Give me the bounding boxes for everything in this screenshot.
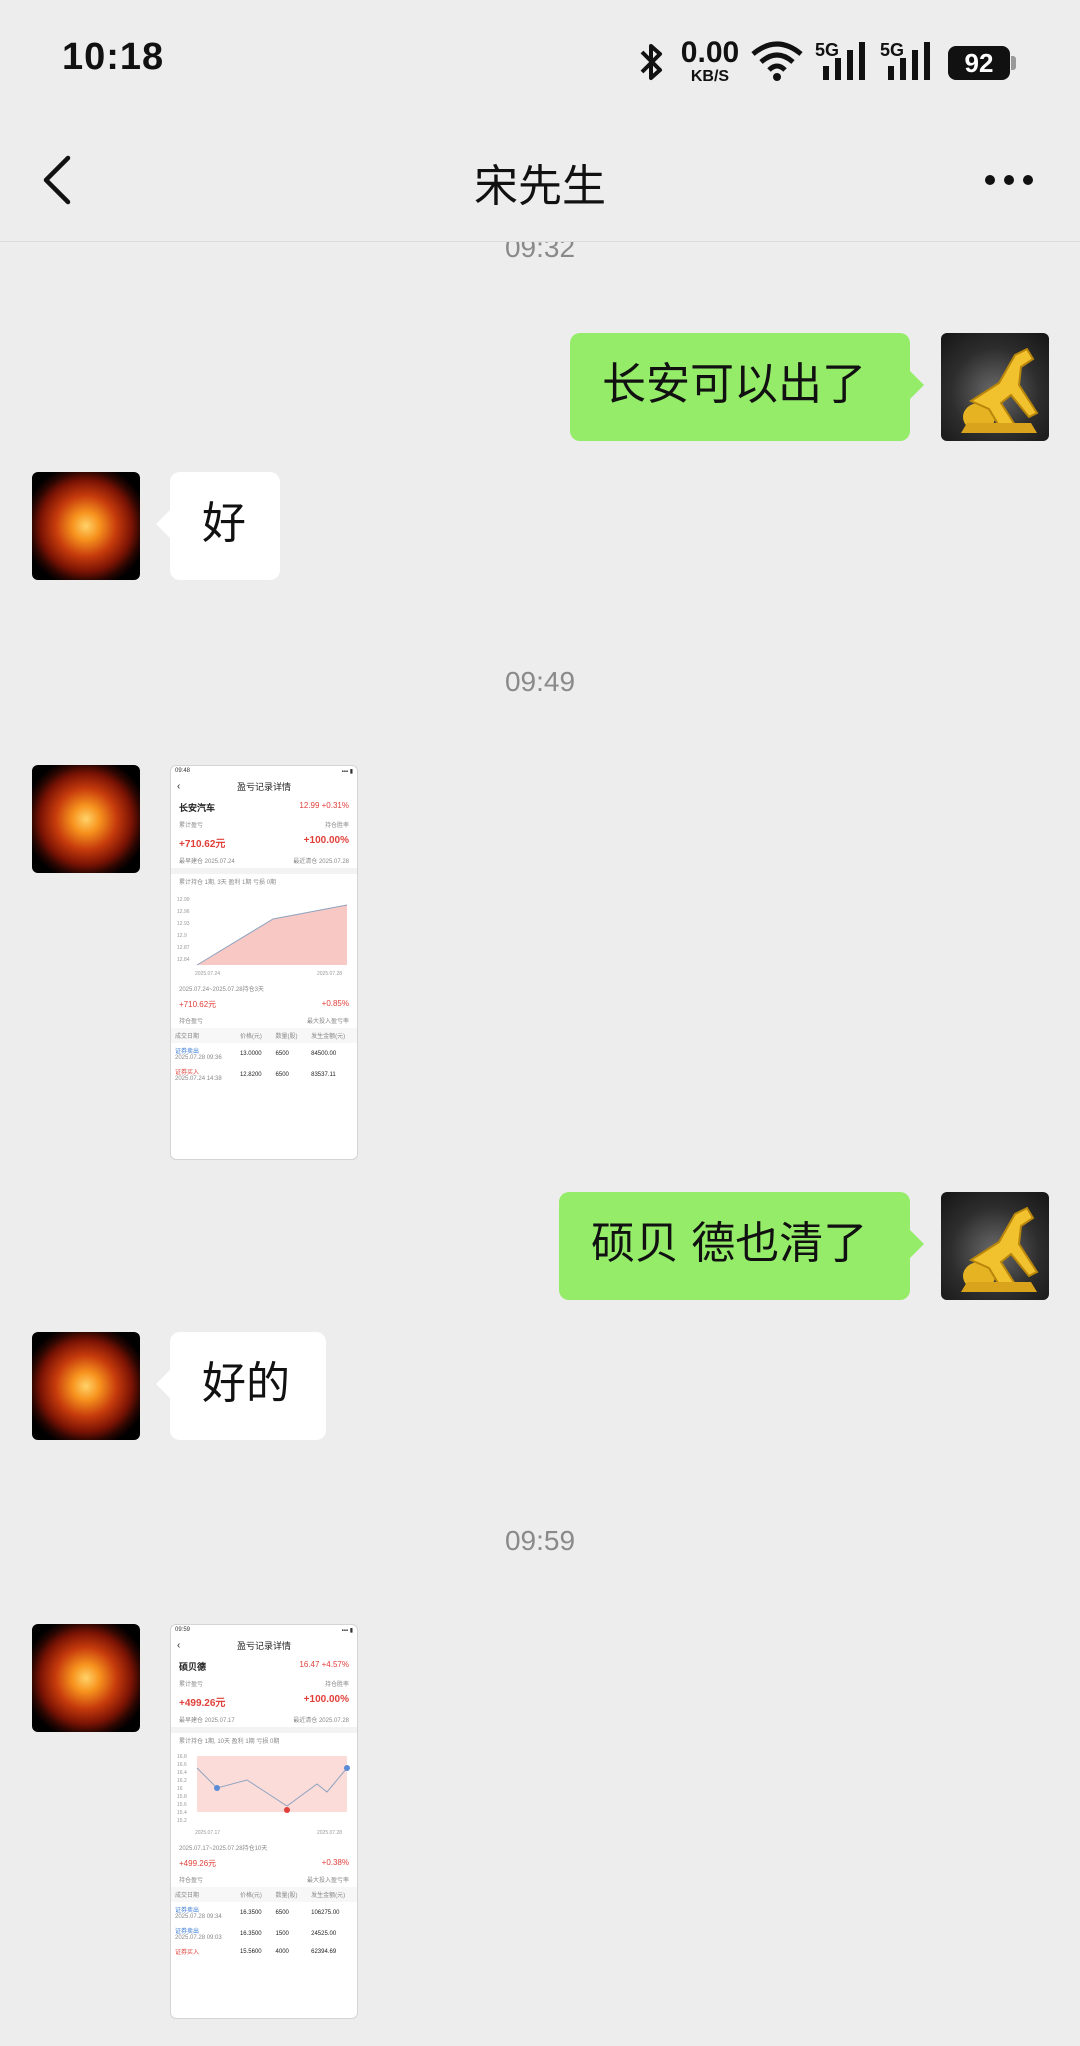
contact-avatar[interactable] [32,765,140,873]
image-message-screenshot[interactable]: 09:59 ▪▪▪ ▮ ‹ 盈亏记录详情 硕贝德 16.47 +4.57% 累计盈亏持… [170,1624,358,2019]
svg-text:15.8: 15.8 [177,1794,187,1800]
message-timestamp: 09:49 [504,666,576,697]
svg-text:15.4: 15.4 [177,1810,187,1816]
wifi-icon [751,41,803,81]
svg-text:2025.07.24: 2025.07.24 [195,971,220,977]
golden-horse-icon [961,347,1039,433]
message-bubble-outgoing[interactable]: 长安可以出了 [570,333,924,441]
my-avatar[interactable] [941,333,1049,441]
price-chart: 16.8 16.6 16.4 16.2 16 15.8 15.6 15.4 15… [177,1750,351,1838]
more-options-icon[interactable] [984,174,1034,186]
signal-icon: 5G [880,40,940,82]
back-arrow-icon: ‹ [177,1640,181,1651]
svg-text:2025.07.17: 2025.07.17 [195,1830,220,1836]
message-bubble-incoming[interactable]: 好的 [156,1332,326,1440]
svg-text:15.6: 15.6 [177,1802,187,1808]
chat-header: 宋先生 [0,120,1080,242]
svg-text:12.96: 12.96 [177,909,190,915]
image-message-screenshot[interactable]: 09:48 ▪▪▪ ▮ ‹ 盈亏记录详情 长安汽车 12.99 +0.31% 累计盈亏… [170,765,358,1160]
golden-horse-icon [961,1206,1039,1292]
signal-icon: 5G [815,40,875,82]
bluetooth-icon [640,44,662,80]
svg-text:16.8: 16.8 [177,1754,187,1760]
my-avatar[interactable] [941,1192,1049,1300]
svg-text:12.87: 12.87 [177,945,190,951]
svg-text:2025.07.28: 2025.07.28 [317,1830,342,1836]
svg-text:16: 16 [177,1786,183,1792]
contact-avatar[interactable] [32,1332,140,1440]
svg-text:12.9: 12.9 [177,933,187,939]
svg-text:12.93: 12.93 [177,921,190,927]
battery-level: 92 [948,46,1010,80]
contact-avatar[interactable] [32,1624,140,1732]
svg-text:12.84: 12.84 [177,957,190,963]
network-speed: 0.00 KB/S [680,36,740,85]
svg-text:16.4: 16.4 [177,1770,187,1776]
svg-text:16.6: 16.6 [177,1762,187,1768]
message-timestamp: 09:32 [504,232,576,263]
back-arrow-icon: ‹ [177,781,181,792]
svg-text:12.99: 12.99 [177,897,190,903]
svg-text:15.2: 15.2 [177,1818,187,1824]
svg-text:16.2: 16.2 [177,1778,187,1784]
svg-text:2025.07.28: 2025.07.28 [317,971,342,977]
chat-title: 宋先生 [474,162,606,211]
battery-icon [1011,56,1016,70]
message-timestamp: 09:59 [504,1525,576,1556]
contact-avatar[interactable] [32,472,140,580]
message-bubble-incoming[interactable]: 好 [156,472,280,580]
status-bar: 10:18 0.00 KB/S 5G 5G 92 [0,0,1080,120]
message-bubble-outgoing[interactable]: 硕贝 德也清了 [559,1192,924,1300]
price-chart: 12.99 12.96 12.93 12.9 12.87 12.84 2025.… [177,891,351,979]
clock: 10:18 [62,36,165,78]
